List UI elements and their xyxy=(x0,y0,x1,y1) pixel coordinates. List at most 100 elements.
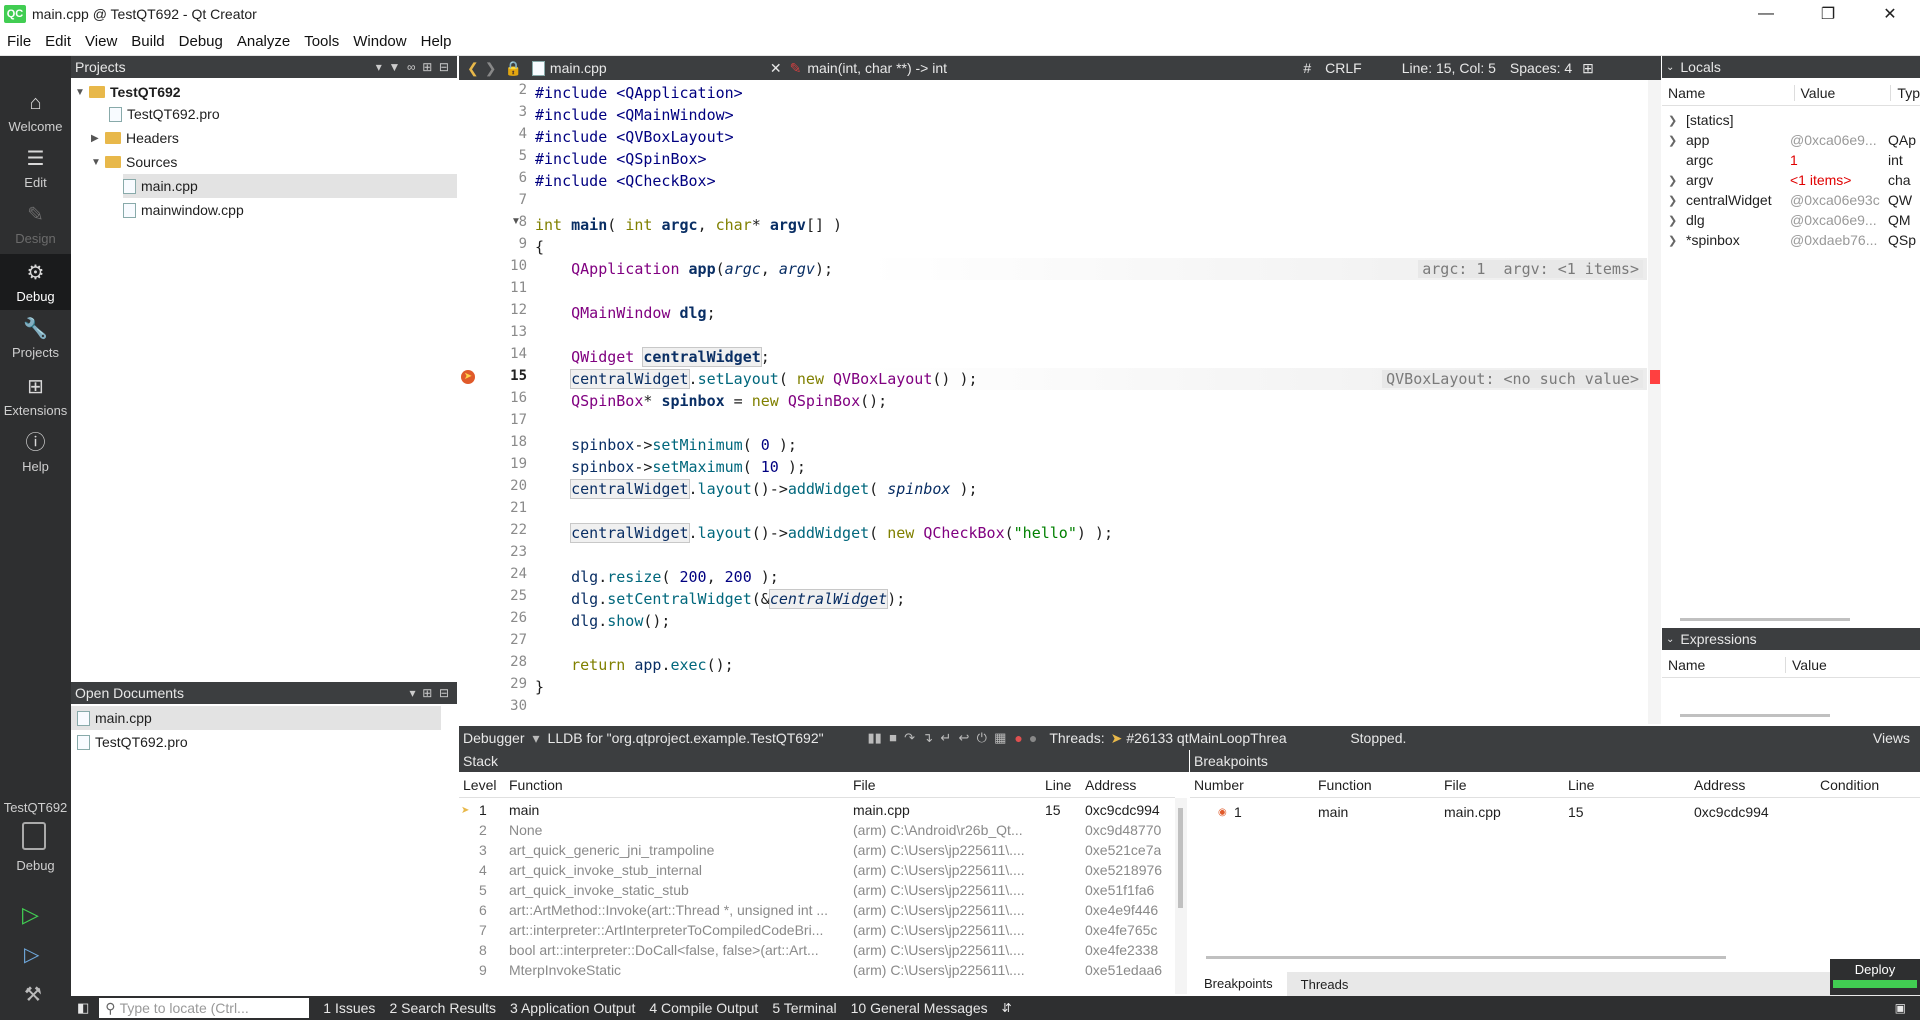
kit-device-icon[interactable] xyxy=(22,822,46,850)
panel-toolbar-icons[interactable]: ▾ ▼ ∞ ⊞ ⊟ xyxy=(376,60,449,74)
chevron-down-icon[interactable]: ⌄ xyxy=(1666,62,1674,73)
col-file[interactable]: File xyxy=(853,777,876,793)
tree-pro-file[interactable]: TestQT692.pro xyxy=(109,102,220,126)
record-icon[interactable]: ● xyxy=(1014,730,1022,746)
start-debugging-icon[interactable]: ▷ xyxy=(24,942,39,967)
menu-edit[interactable]: Edit xyxy=(38,33,78,50)
menu-window[interactable]: Window xyxy=(346,33,413,50)
local-row[interactable]: ❯ app @0xca06e9... QAp xyxy=(1662,130,1920,150)
breakpoint-current-icon[interactable]: ➤ xyxy=(461,370,475,384)
col-level[interactable]: Level xyxy=(463,777,496,793)
output-tab-issues[interactable]: 1 Issues xyxy=(323,1000,375,1016)
symbol-selector[interactable]: main(int, char **) -> int xyxy=(807,60,1287,76)
debug-action-icons[interactable]: ▮▮ ■ ↷ ↴ ↵ ↩ ⏻ ▦ xyxy=(868,730,1007,746)
mode-help[interactable]: ⓘ Help xyxy=(0,424,71,480)
local-row[interactable]: ❯ *spinbox @0xdaeb76... QSp xyxy=(1662,230,1920,250)
toggle-sidebar-icon[interactable]: ◧ xyxy=(77,1000,89,1016)
stack-frame-row[interactable]: ➤ 1 main main.cpp 15 0xc9cdc994 xyxy=(459,802,1175,822)
menu-debug[interactable]: Debug xyxy=(172,33,230,50)
col-line[interactable]: Line xyxy=(1045,777,1071,793)
indentation-setting[interactable]: Spaces: 4 xyxy=(1510,60,1572,76)
tab-breakpoints[interactable]: Breakpoints xyxy=(1190,972,1287,996)
mode-projects[interactable]: 🔧 Projects xyxy=(0,310,71,366)
menu-build[interactable]: Build xyxy=(124,33,171,50)
col-function[interactable]: Function xyxy=(509,777,563,793)
editor-scrollbar[interactable] xyxy=(1648,80,1661,724)
run-icon[interactable]: ▷ xyxy=(22,902,39,928)
stack-frame-row[interactable]: 7 art::interpreter::ArtInterpreterToComp… xyxy=(459,922,1175,942)
menu-file[interactable]: File xyxy=(0,33,38,50)
col-type[interactable]: Typ xyxy=(1891,85,1920,101)
close-document-icon[interactable]: ✕ xyxy=(770,60,782,77)
output-tab-general-messages[interactable]: 10 General Messages xyxy=(851,1000,988,1016)
output-tab-compile-output[interactable]: 4 Compile Output xyxy=(649,1000,758,1016)
maximize-button[interactable]: ❐ xyxy=(1800,0,1856,28)
col-number[interactable]: Number xyxy=(1194,777,1244,793)
tree-sources[interactable]: ▼ Sources xyxy=(91,150,177,174)
stack-frame-row[interactable]: 6 art::ArtMethod::Invoke(art::Thread *, … xyxy=(459,902,1175,922)
col-function[interactable]: Function xyxy=(1318,777,1372,793)
tree-project-root[interactable]: ▼ TestQT692 xyxy=(75,80,181,104)
local-row[interactable]: argc 1 int xyxy=(1662,150,1920,170)
thread-selector[interactable]: #26133 qtMainLoopThrea xyxy=(1126,730,1348,746)
mode-debug[interactable]: ⚙ Debug xyxy=(0,254,71,310)
cursor-position[interactable]: Line: 15, Col: 5 xyxy=(1402,60,1496,76)
toggle-progress-icon[interactable]: ▣ xyxy=(1895,1001,1906,1015)
nav-back-icon[interactable]: ❮ xyxy=(467,60,479,77)
menu-view[interactable]: View xyxy=(78,33,124,50)
col-value[interactable]: Value xyxy=(1795,84,1892,101)
col-line[interactable]: Line xyxy=(1568,777,1594,793)
tree-mainwindow-cpp[interactable]: mainwindow.cpp xyxy=(123,198,244,222)
stack-frame-row[interactable]: 3 art_quick_generic_jni_trampoline (arm)… xyxy=(459,842,1175,862)
deploy-progress[interactable]: Deploy xyxy=(1830,959,1920,995)
stack-frame-row[interactable]: 4 art_quick_invoke_stub_internal (arm) C… xyxy=(459,862,1175,882)
expressions-view[interactable]: Name Value xyxy=(1662,652,1920,724)
views-menu[interactable]: Views xyxy=(1873,730,1910,746)
line-ending-selector[interactable]: CRLF xyxy=(1325,60,1362,76)
debugger-engine-selector[interactable]: LLDB for "org.qtproject.example.TestQT69… xyxy=(548,730,868,746)
mode-welcome[interactable]: ⌂ Welcome xyxy=(0,84,71,140)
expressions-hscrollbar[interactable] xyxy=(1680,714,1830,717)
output-tab-terminal[interactable]: 5 Terminal xyxy=(772,1000,836,1016)
breakpoints-hscrollbar[interactable] xyxy=(1206,956,1726,959)
open-doc-item[interactable]: TestQT692.pro xyxy=(71,730,188,754)
stack-frame-row[interactable]: 2 None (arm) C:\Android\r26b_Qt... 0xc9d… xyxy=(459,822,1175,842)
minimize-button[interactable]: — xyxy=(1738,0,1794,28)
stack-frame-row[interactable]: 8 bool art::interpreter::DoCall<false, f… xyxy=(459,942,1175,962)
build-hammer-icon[interactable]: ⚒ xyxy=(24,982,42,1007)
local-row[interactable]: ❯ [statics] xyxy=(1662,110,1920,130)
editor-file-selector[interactable]: main.cpp xyxy=(550,60,760,76)
open-doc-item[interactable]: main.cpp xyxy=(71,706,441,730)
nav-forward-icon[interactable]: ❯ xyxy=(485,60,497,77)
local-row[interactable]: ❯ centralWidget @0xca06e93c QW xyxy=(1662,190,1920,210)
mode-edit[interactable]: ☰ Edit xyxy=(0,140,71,196)
menu-tools[interactable]: Tools xyxy=(297,33,346,50)
col-name[interactable]: Name xyxy=(1662,656,1786,673)
debugger-perspective-selector[interactable]: Debugger xyxy=(463,730,525,746)
output-tab-search-results[interactable]: 2 Search Results xyxy=(389,1000,496,1016)
mode-extensions[interactable]: ⊞ Extensions xyxy=(0,368,71,424)
col-value[interactable]: Value xyxy=(1786,657,1827,673)
more-tabs-icon[interactable]: ⇵ xyxy=(1002,1001,1012,1015)
code-editor[interactable]: #include <QApplication> #include <QMainW… xyxy=(535,80,1647,724)
col-name[interactable]: Name xyxy=(1662,84,1795,101)
close-button[interactable]: ✕ xyxy=(1862,0,1918,28)
menu-analyze[interactable]: Analyze xyxy=(230,33,297,50)
scrollbar-thumb[interactable] xyxy=(1178,808,1183,908)
breakpoint-row[interactable]: ◉ 1 main main.cpp 15 0xc9cdc994 xyxy=(1190,804,1920,824)
chevron-down-icon[interactable]: ⌄ xyxy=(1666,634,1674,645)
tree-headers[interactable]: ▶ Headers xyxy=(91,126,179,150)
open-docs-toolbar-icons[interactable]: ▾ ⊞ ⊟ xyxy=(410,686,449,700)
fold-marker-icon[interactable]: ▼ xyxy=(511,216,521,227)
tree-main-cpp[interactable]: main.cpp xyxy=(123,174,457,198)
mode-design[interactable]: ✎ Design xyxy=(0,196,71,252)
output-tab-application-output[interactable]: 3 Application Output xyxy=(510,1000,635,1016)
local-row[interactable]: ❯ dlg @0xca06e9... QM xyxy=(1662,210,1920,230)
stack-frame-row[interactable]: 5 art_quick_invoke_static_stub (arm) C:\… xyxy=(459,882,1175,902)
tab-threads[interactable]: Threads xyxy=(1287,977,1363,992)
locals-hscrollbar[interactable] xyxy=(1680,618,1850,621)
split-icon[interactable]: ⊞ xyxy=(1582,60,1594,77)
col-file[interactable]: File xyxy=(1444,777,1467,793)
stop-record-icon[interactable]: ● xyxy=(1029,730,1037,746)
col-condition[interactable]: Condition xyxy=(1820,777,1879,793)
